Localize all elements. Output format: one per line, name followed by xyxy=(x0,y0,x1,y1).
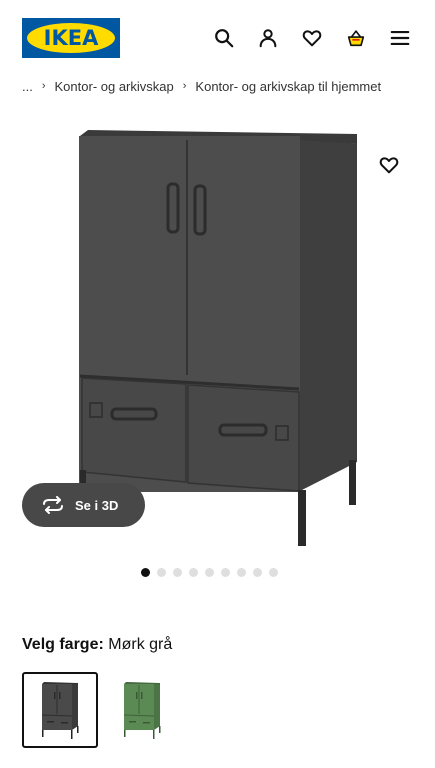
gallery-dot[interactable] xyxy=(237,568,246,577)
color-select-label: Velg farge: Mørk grå xyxy=(22,636,172,654)
color-selected-value: Mørk grå xyxy=(108,636,173,653)
gallery-dot[interactable] xyxy=(157,568,166,577)
breadcrumb: ... › Kontor- og arkivskap › Kontor- og … xyxy=(22,76,435,96)
logo-text: IKEA xyxy=(43,26,99,50)
header: IKEA xyxy=(0,0,435,76)
color-swatch-dark-grey[interactable] xyxy=(22,672,98,748)
add-to-wishlist-heart-icon[interactable] xyxy=(377,154,403,178)
basket-icon[interactable] xyxy=(344,26,368,50)
color-label-title: Velg farge: xyxy=(22,636,104,653)
green-cabinet-thumbnail xyxy=(123,682,161,739)
ikea-logo[interactable]: IKEA xyxy=(22,18,120,58)
breadcrumb-ellipsis[interactable]: ... xyxy=(22,79,33,94)
breadcrumb-item[interactable]: Kontor- og arkivskap til hjemmet xyxy=(195,79,381,94)
chevron-right-icon: › xyxy=(41,80,46,92)
logo-oval: IKEA xyxy=(27,23,115,53)
dark-grey-cabinet-thumbnail xyxy=(41,682,79,739)
gallery-pagination xyxy=(141,568,278,578)
breadcrumb-item[interactable]: Kontor- og arkivskap xyxy=(55,79,174,94)
heart-icon[interactable] xyxy=(300,26,324,50)
menu-icon[interactable] xyxy=(388,26,412,50)
user-icon[interactable] xyxy=(256,26,280,50)
gallery-dot[interactable] xyxy=(141,568,150,577)
gallery-dot[interactable] xyxy=(173,568,182,577)
color-swatch-green[interactable] xyxy=(104,672,180,748)
view-in-3d-button[interactable]: Se i 3D xyxy=(22,483,145,527)
gallery-dot[interactable] xyxy=(253,568,262,577)
gallery-dot[interactable] xyxy=(205,568,214,577)
gallery-dot[interactable] xyxy=(221,568,230,577)
search-icon[interactable] xyxy=(212,26,236,50)
view-in-3d-label: Se i 3D xyxy=(75,497,119,513)
chevron-right-icon: › xyxy=(182,80,187,92)
rotate-3d-icon xyxy=(43,496,63,514)
gallery-dot[interactable] xyxy=(269,568,278,577)
gallery-dot[interactable] xyxy=(189,568,198,577)
